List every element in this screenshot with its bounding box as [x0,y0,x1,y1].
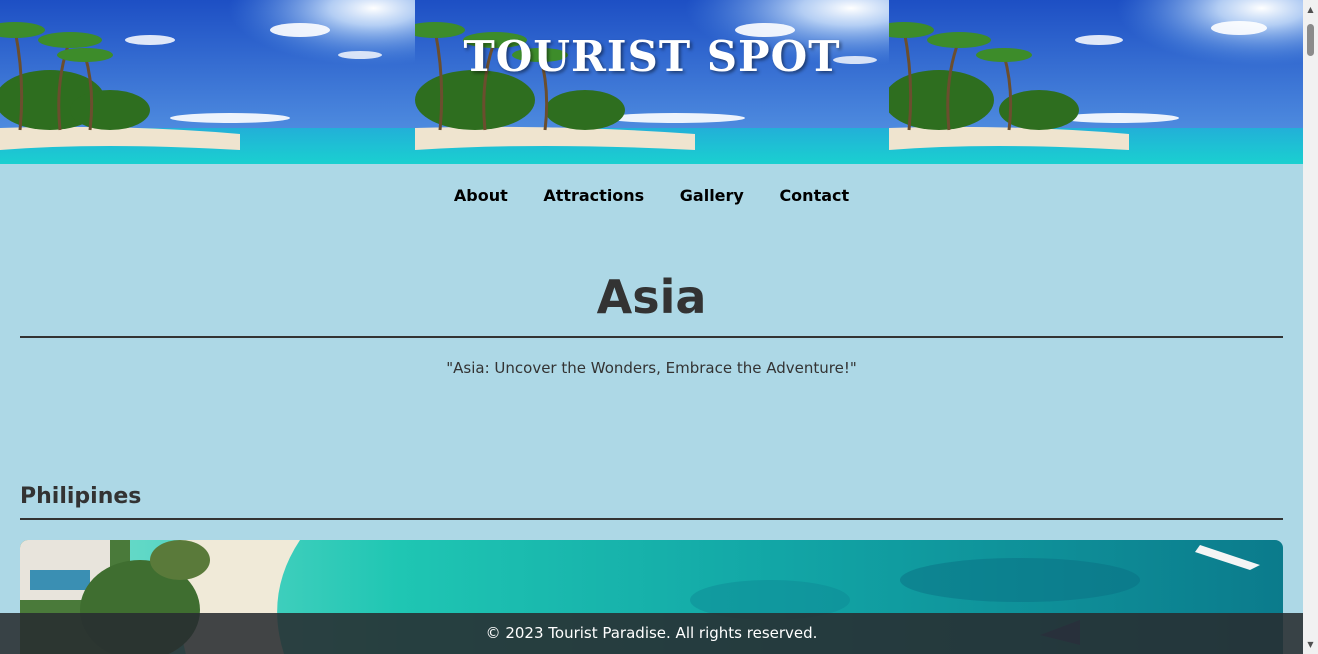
banner-image-right [889,0,1303,164]
vertical-scrollbar[interactable]: ▲ ▼ [1303,0,1318,654]
region-divider [20,336,1283,338]
nav-link-attractions[interactable]: Attractions [543,186,644,205]
region-tagline: "Asia: Uncover the Wonders, Embrace the … [446,359,857,377]
country-title: Philipines [20,484,142,509]
nav-link-gallery[interactable]: Gallery [680,186,744,205]
region-title: Asia [596,270,707,324]
header-banner [0,0,1303,164]
banner-image-center [415,0,889,164]
site-title: TOURIST SPOT [463,32,841,81]
scroll-thumb[interactable] [1307,24,1314,56]
main-nav: About Attractions Gallery Contact [0,186,1303,205]
banner-image-left [0,0,415,164]
footer: © 2023 Tourist Paradise. All rights rese… [0,613,1303,654]
nav-link-contact[interactable]: Contact [779,186,849,205]
page: TOURIST SPOT About Attractions Gallery C… [0,0,1303,654]
copyright-text: © 2023 Tourist Paradise. All rights rese… [485,624,818,642]
nav-link-about[interactable]: About [454,186,508,205]
country-divider [20,518,1283,520]
scroll-down-arrow-icon[interactable]: ▼ [1303,637,1318,652]
scroll-up-arrow-icon[interactable]: ▲ [1303,2,1318,17]
